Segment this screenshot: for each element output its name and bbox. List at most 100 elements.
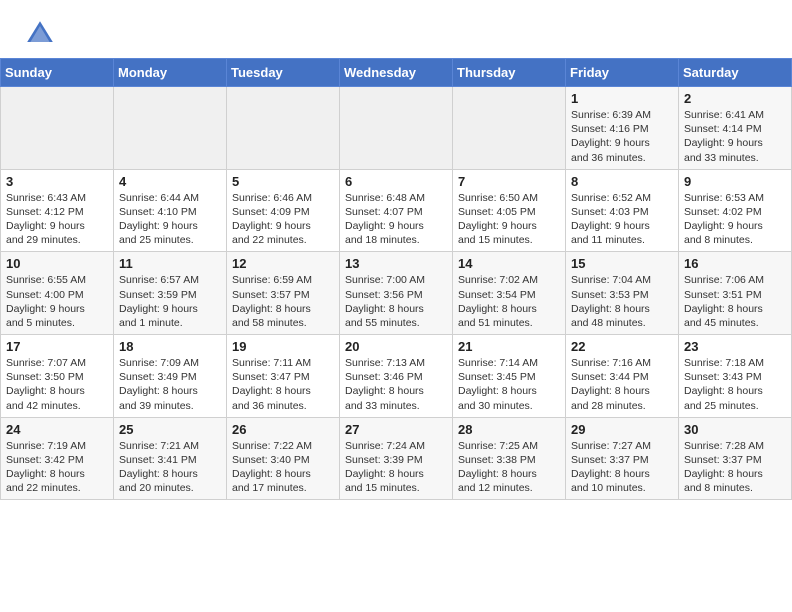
day-info: Sunrise: 7:00 AM Sunset: 3:56 PM Dayligh… <box>345 273 447 330</box>
page-header <box>0 0 792 58</box>
calendar-cell: 6 Sunrise: 6:48 AM Sunset: 4:07 PM Daylig… <box>340 169 453 252</box>
calendar-header-sunday: Sunday <box>1 59 114 87</box>
calendar-cell: 18 Sunrise: 7:09 AM Sunset: 3:49 PM Dayli… <box>114 335 227 418</box>
day-info: Sunrise: 7:22 AM Sunset: 3:40 PM Dayligh… <box>232 439 334 496</box>
day-number: 7 <box>458 174 560 189</box>
calendar-cell: 25 Sunrise: 7:21 AM Sunset: 3:41 PM Dayli… <box>114 417 227 500</box>
day-number: 12 <box>232 256 334 271</box>
day-number: 19 <box>232 339 334 354</box>
calendar-table: SundayMondayTuesdayWednesdayThursdayFrid… <box>0 58 792 500</box>
day-info: Sunrise: 7:02 AM Sunset: 3:54 PM Dayligh… <box>458 273 560 330</box>
calendar-cell: 21 Sunrise: 7:14 AM Sunset: 3:45 PM Dayli… <box>453 335 566 418</box>
day-info: Sunrise: 6:41 AM Sunset: 4:14 PM Dayligh… <box>684 108 786 165</box>
day-info: Sunrise: 7:21 AM Sunset: 3:41 PM Dayligh… <box>119 439 221 496</box>
day-info: Sunrise: 7:25 AM Sunset: 3:38 PM Dayligh… <box>458 439 560 496</box>
calendar-cell <box>453 87 566 170</box>
calendar-body: 1 Sunrise: 6:39 AM Sunset: 4:16 PM Daylig… <box>1 87 792 500</box>
calendar-cell: 3 Sunrise: 6:43 AM Sunset: 4:12 PM Daylig… <box>1 169 114 252</box>
calendar-header-thursday: Thursday <box>453 59 566 87</box>
day-number: 22 <box>571 339 673 354</box>
day-number: 18 <box>119 339 221 354</box>
day-number: 23 <box>684 339 786 354</box>
day-number: 25 <box>119 422 221 437</box>
day-info: Sunrise: 7:09 AM Sunset: 3:49 PM Dayligh… <box>119 356 221 413</box>
day-number: 16 <box>684 256 786 271</box>
day-number: 20 <box>345 339 447 354</box>
day-number: 30 <box>684 422 786 437</box>
calendar-cell: 29 Sunrise: 7:27 AM Sunset: 3:37 PM Dayli… <box>566 417 679 500</box>
day-number: 3 <box>6 174 108 189</box>
day-number: 11 <box>119 256 221 271</box>
day-info: Sunrise: 7:19 AM Sunset: 3:42 PM Dayligh… <box>6 439 108 496</box>
day-info: Sunrise: 6:39 AM Sunset: 4:16 PM Dayligh… <box>571 108 673 165</box>
day-number: 2 <box>684 91 786 106</box>
day-info: Sunrise: 7:07 AM Sunset: 3:50 PM Dayligh… <box>6 356 108 413</box>
calendar-cell: 13 Sunrise: 7:00 AM Sunset: 3:56 PM Dayli… <box>340 252 453 335</box>
calendar-cell: 22 Sunrise: 7:16 AM Sunset: 3:44 PM Dayli… <box>566 335 679 418</box>
day-info: Sunrise: 6:46 AM Sunset: 4:09 PM Dayligh… <box>232 191 334 248</box>
day-number: 1 <box>571 91 673 106</box>
calendar-cell: 4 Sunrise: 6:44 AM Sunset: 4:10 PM Daylig… <box>114 169 227 252</box>
calendar-cell: 26 Sunrise: 7:22 AM Sunset: 3:40 PM Dayli… <box>227 417 340 500</box>
day-info: Sunrise: 7:24 AM Sunset: 3:39 PM Dayligh… <box>345 439 447 496</box>
day-number: 17 <box>6 339 108 354</box>
calendar-cell: 15 Sunrise: 7:04 AM Sunset: 3:53 PM Dayli… <box>566 252 679 335</box>
day-info: Sunrise: 6:55 AM Sunset: 4:00 PM Dayligh… <box>6 273 108 330</box>
calendar-cell: 28 Sunrise: 7:25 AM Sunset: 3:38 PM Dayli… <box>453 417 566 500</box>
day-info: Sunrise: 6:53 AM Sunset: 4:02 PM Dayligh… <box>684 191 786 248</box>
calendar-cell: 10 Sunrise: 6:55 AM Sunset: 4:00 PM Dayli… <box>1 252 114 335</box>
day-number: 10 <box>6 256 108 271</box>
day-number: 6 <box>345 174 447 189</box>
calendar-cell <box>1 87 114 170</box>
calendar-cell: 8 Sunrise: 6:52 AM Sunset: 4:03 PM Daylig… <box>566 169 679 252</box>
day-info: Sunrise: 6:59 AM Sunset: 3:57 PM Dayligh… <box>232 273 334 330</box>
calendar-header-saturday: Saturday <box>679 59 792 87</box>
day-number: 21 <box>458 339 560 354</box>
calendar-cell: 17 Sunrise: 7:07 AM Sunset: 3:50 PM Dayli… <box>1 335 114 418</box>
day-info: Sunrise: 6:57 AM Sunset: 3:59 PM Dayligh… <box>119 273 221 330</box>
day-info: Sunrise: 6:48 AM Sunset: 4:07 PM Dayligh… <box>345 191 447 248</box>
calendar-header-friday: Friday <box>566 59 679 87</box>
day-number: 27 <box>345 422 447 437</box>
day-number: 26 <box>232 422 334 437</box>
day-number: 9 <box>684 174 786 189</box>
calendar-cell <box>227 87 340 170</box>
day-number: 28 <box>458 422 560 437</box>
calendar-cell: 5Sunrise: 6:46 AM Sunset: 4:09 PM Daylig… <box>227 169 340 252</box>
calendar-header-wednesday: Wednesday <box>340 59 453 87</box>
day-info: Sunrise: 7:28 AM Sunset: 3:37 PM Dayligh… <box>684 439 786 496</box>
day-info: Sunrise: 7:16 AM Sunset: 3:44 PM Dayligh… <box>571 356 673 413</box>
day-number: 15 <box>571 256 673 271</box>
calendar-cell: 2 Sunrise: 6:41 AM Sunset: 4:14 PM Daylig… <box>679 87 792 170</box>
calendar-header-tuesday: Tuesday <box>227 59 340 87</box>
calendar-cell: 7Sunrise: 6:50 AM Sunset: 4:05 PM Daylig… <box>453 169 566 252</box>
day-info: Sunrise: 7:06 AM Sunset: 3:51 PM Dayligh… <box>684 273 786 330</box>
calendar-cell: 20Sunrise: 7:13 AM Sunset: 3:46 PM Dayli… <box>340 335 453 418</box>
day-info: Sunrise: 7:14 AM Sunset: 3:45 PM Dayligh… <box>458 356 560 413</box>
calendar-cell: 16 Sunrise: 7:06 AM Sunset: 3:51 PM Dayli… <box>679 252 792 335</box>
calendar-cell <box>340 87 453 170</box>
calendar-header-row: SundayMondayTuesdayWednesdayThursdayFrid… <box>1 59 792 87</box>
day-info: Sunrise: 6:44 AM Sunset: 4:10 PM Dayligh… <box>119 191 221 248</box>
calendar-cell: 27 Sunrise: 7:24 AM Sunset: 3:39 PM Dayli… <box>340 417 453 500</box>
calendar-cell: 12 Sunrise: 6:59 AM Sunset: 3:57 PM Dayli… <box>227 252 340 335</box>
calendar-week-3: 10 Sunrise: 6:55 AM Sunset: 4:00 PM Dayli… <box>1 252 792 335</box>
day-info: Sunrise: 7:27 AM Sunset: 3:37 PM Dayligh… <box>571 439 673 496</box>
calendar-week-1: 1 Sunrise: 6:39 AM Sunset: 4:16 PM Daylig… <box>1 87 792 170</box>
calendar-cell: 30 Sunrise: 7:28 AM Sunset: 3:37 PM Dayli… <box>679 417 792 500</box>
day-number: 13 <box>345 256 447 271</box>
calendar-week-2: 3 Sunrise: 6:43 AM Sunset: 4:12 PM Daylig… <box>1 169 792 252</box>
calendar-header-monday: Monday <box>114 59 227 87</box>
day-info: Sunrise: 6:52 AM Sunset: 4:03 PM Dayligh… <box>571 191 673 248</box>
day-number: 29 <box>571 422 673 437</box>
day-number: 24 <box>6 422 108 437</box>
day-info: Sunrise: 7:11 AM Sunset: 3:47 PM Dayligh… <box>232 356 334 413</box>
day-number: 8 <box>571 174 673 189</box>
day-info: Sunrise: 7:04 AM Sunset: 3:53 PM Dayligh… <box>571 273 673 330</box>
calendar-cell: 19 Sunrise: 7:11 AM Sunset: 3:47 PM Dayli… <box>227 335 340 418</box>
day-info: Sunrise: 6:43 AM Sunset: 4:12 PM Dayligh… <box>6 191 108 248</box>
calendar-week-4: 17 Sunrise: 7:07 AM Sunset: 3:50 PM Dayli… <box>1 335 792 418</box>
logo-icon <box>24 18 56 50</box>
calendar-cell: 9 Sunrise: 6:53 AM Sunset: 4:02 PM Daylig… <box>679 169 792 252</box>
day-number: 4 <box>119 174 221 189</box>
